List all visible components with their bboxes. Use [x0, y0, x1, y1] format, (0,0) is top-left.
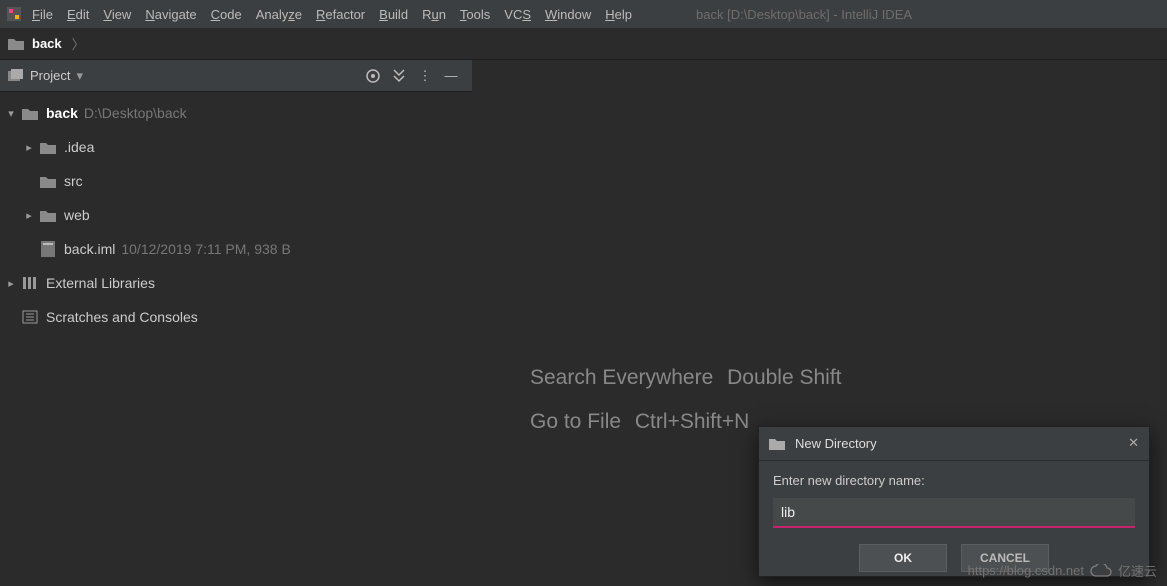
- project-tool-window: Project ▾ ⋮ — ▾ back D:\Desktop\back ▸ .…: [0, 60, 472, 586]
- tree-root-name: back: [46, 105, 78, 121]
- chevron-right-icon[interactable]: ▸: [22, 141, 36, 154]
- chevron-down-icon[interactable]: ▾: [4, 107, 18, 120]
- hint-goto-key: Ctrl+Shift+N: [635, 410, 749, 433]
- tree-node-label: web: [64, 207, 90, 223]
- menu-run[interactable]: Run: [422, 7, 446, 22]
- menu-bar: File Edit View Navigate Code Analyze Ref…: [0, 0, 1167, 28]
- folder-icon: [20, 107, 40, 120]
- menu-tools[interactable]: Tools: [460, 7, 490, 22]
- dialog-prompt: Enter new directory name:: [773, 473, 1135, 488]
- dialog-title: New Directory: [795, 436, 877, 451]
- ok-button[interactable]: OK: [859, 544, 947, 572]
- menu-analyze[interactable]: Analyze: [256, 7, 302, 22]
- menu-edit[interactable]: Edit: [67, 7, 89, 22]
- tree-node-iml[interactable]: back.iml 10/12/2019 7:11 PM, 938 B: [0, 232, 472, 266]
- app-logo: [6, 6, 22, 22]
- dialog-titlebar: New Directory ✕: [759, 427, 1149, 461]
- breadcrumb-project[interactable]: back: [32, 36, 62, 51]
- window-title: back [D:\Desktop\back] - IntelliJ IDEA: [696, 7, 912, 22]
- tree-node-idea[interactable]: ▸ .idea: [0, 130, 472, 164]
- library-icon: [20, 276, 40, 290]
- menu-code[interactable]: Code: [211, 7, 242, 22]
- menu-vcs[interactable]: VCS: [504, 7, 531, 22]
- hide-icon[interactable]: —: [438, 63, 464, 89]
- menu-build[interactable]: Build: [379, 7, 408, 22]
- hint-goto-label: Go to File: [530, 410, 621, 433]
- chevron-down-icon[interactable]: ▾: [76, 68, 83, 84]
- settings-icon[interactable]: ⋮: [412, 63, 438, 89]
- menu-view[interactable]: View: [103, 7, 131, 22]
- watermark-url: https://blog.csdn.net: [968, 563, 1084, 578]
- hint-search-key: Double Shift: [727, 366, 841, 389]
- tree-external-libraries[interactable]: ▸ External Libraries: [0, 266, 472, 300]
- menu-help[interactable]: Help: [605, 7, 632, 22]
- tree-node-label: External Libraries: [46, 275, 155, 291]
- cloud-icon: [1090, 564, 1112, 578]
- tree-node-meta: 10/12/2019 7:11 PM, 938 B: [121, 241, 290, 257]
- folder-icon: [38, 141, 58, 154]
- watermark: https://blog.csdn.net 亿速云: [968, 561, 1157, 580]
- tree-node-label: back.iml: [64, 241, 115, 257]
- locate-icon[interactable]: [360, 63, 386, 89]
- chevron-right-icon: 〉: [72, 34, 85, 53]
- folder-icon: [8, 37, 24, 50]
- project-tree: ▾ back D:\Desktop\back ▸ .idea src ▸ web: [0, 92, 472, 586]
- file-icon: [38, 241, 58, 257]
- tree-node-web[interactable]: ▸ web: [0, 198, 472, 232]
- tree-node-label: Scratches and Consoles: [46, 309, 198, 325]
- menu-window[interactable]: Window: [545, 7, 591, 22]
- folder-icon: [38, 175, 58, 188]
- folder-icon: [38, 209, 58, 222]
- directory-name-input[interactable]: [773, 498, 1135, 528]
- tree-root-path: D:\Desktop\back: [84, 105, 187, 121]
- folder-icon: [769, 437, 785, 450]
- tree-scratches[interactable]: Scratches and Consoles: [0, 300, 472, 334]
- menu-file[interactable]: File: [32, 7, 53, 22]
- menu-navigate[interactable]: Navigate: [145, 7, 196, 22]
- tree-node-src[interactable]: src: [0, 164, 472, 198]
- chevron-right-icon[interactable]: ▸: [22, 209, 36, 222]
- breadcrumb: back 〉: [0, 28, 1167, 60]
- tool-window-header: Project ▾ ⋮ —: [0, 60, 472, 92]
- tree-node-label: src: [64, 173, 83, 189]
- new-directory-dialog: New Directory ✕ Enter new directory name…: [758, 426, 1150, 577]
- hint-search-label: Search Everywhere: [530, 366, 713, 389]
- tree-root[interactable]: ▾ back D:\Desktop\back: [0, 96, 472, 130]
- collapse-all-icon[interactable]: [386, 63, 412, 89]
- menu-refactor[interactable]: Refactor: [316, 7, 365, 22]
- chevron-right-icon[interactable]: ▸: [4, 277, 18, 290]
- tool-window-name[interactable]: Project: [30, 68, 70, 83]
- close-icon[interactable]: ✕: [1124, 431, 1143, 455]
- stack-icon: [8, 69, 24, 83]
- watermark-brand: 亿速云: [1118, 561, 1157, 580]
- tree-node-label: .idea: [64, 139, 94, 155]
- scratch-icon: [20, 310, 40, 324]
